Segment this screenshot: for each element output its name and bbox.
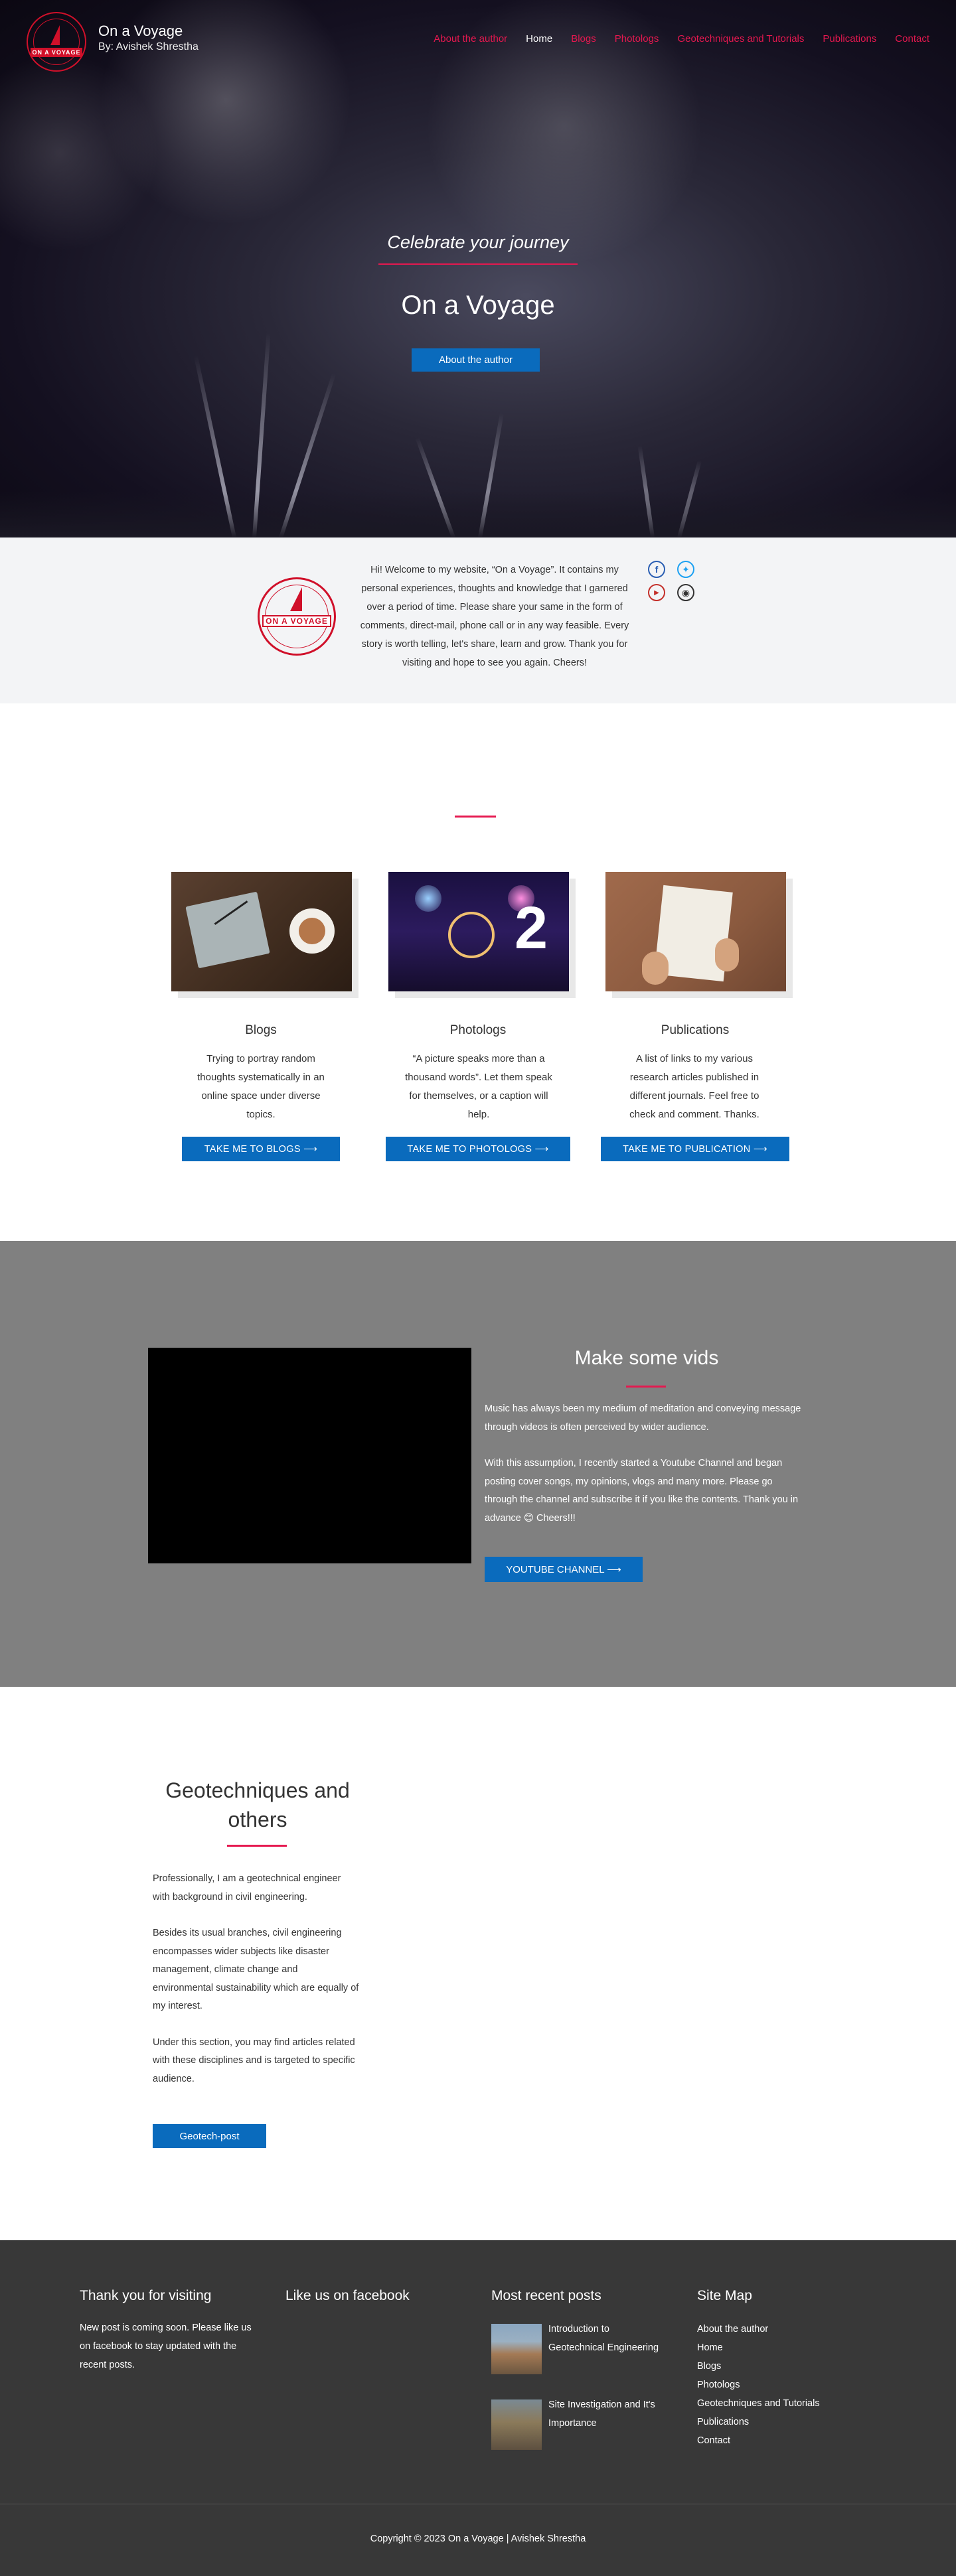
about-author-button[interactable]: About the author (412, 348, 540, 372)
tagline-underline (378, 263, 578, 265)
blogs-text: Trying to portray random thoughts system… (197, 1053, 325, 1120)
sitemap-link[interactable]: Photologs (697, 2376, 896, 2394)
nav-about-the-author[interactable]: About the author (434, 33, 507, 44)
video-section (0, 1241, 956, 1687)
facebook-icon[interactable]: f (648, 561, 665, 578)
footer-recent-posts-title: Most recent posts (491, 2288, 601, 2303)
sitemap-link[interactable]: Geotechniques and Tutorials (697, 2394, 896, 2413)
main-nav: About the author Home Blogs Photologs Ge… (434, 33, 929, 44)
sitemap-link[interactable]: Home (697, 2338, 896, 2357)
take-me-to-blogs-button[interactable]: TAKE ME TO BLOGS ⟶ (182, 1137, 340, 1161)
nav-blogs[interactable]: Blogs (571, 33, 596, 44)
nav-photologs[interactable]: Photologs (615, 33, 659, 44)
video-title: Make some vids (574, 1347, 719, 1369)
hero-title: On a Voyage (401, 291, 555, 320)
copyright-text: Copyright © 2023 On a Voyage | Avishek S… (370, 2534, 586, 2544)
footer-thanks-text: New post is coming soon. Please like us … (80, 2323, 252, 2370)
welcome-logo-text: ON A VOYAGE (262, 615, 331, 627)
geotech-text: Professionally, I am a geotechnical engi… (153, 1870, 360, 2088)
video-para-1: Music has always been my medium of medit… (485, 1403, 801, 1433)
services-divider (455, 816, 496, 818)
site-subtitle: By: Avishek Shrestha (98, 41, 199, 52)
post-thumbnail[interactable] (491, 2324, 542, 2374)
hero-section: ON A VOYAGE On a Voyage By: Avishek Shre… (0, 0, 956, 537)
geotech-para-3: Under this section, you may find article… (153, 2037, 355, 2084)
welcome-text: Hi! Welcome to my website, “On a Voyage”… (360, 565, 629, 668)
publications-title: Publications (661, 1023, 730, 1037)
publications-image[interactable] (605, 872, 786, 991)
youtube-channel-button[interactable]: YOUTUBE CHANNEL ⟶ (485, 1557, 643, 1582)
sitemap-list: About the author Home Blogs Photologs Ge… (697, 2320, 896, 2450)
nav-publications[interactable]: Publications (823, 33, 876, 44)
sitemap-link[interactable]: Contact (697, 2431, 896, 2450)
footer-sitemap-title: Site Map (697, 2288, 752, 2303)
nav-contact[interactable]: Contact (895, 33, 929, 44)
video-player[interactable] (148, 1348, 471, 1563)
photologs-text: “A picture speaks more than a thousand w… (405, 1053, 552, 1120)
geotech-divider (227, 1845, 287, 1847)
youtube-icon[interactable]: ▶ (648, 584, 665, 601)
hero-tagline: Celebrate your journey (387, 232, 569, 252)
blogs-title: Blogs (245, 1023, 277, 1037)
footer-facebook-title: Like us on facebook (285, 2288, 410, 2303)
geotech-para-1: Professionally, I am a geotechnical engi… (153, 1873, 341, 1902)
take-me-to-photologs-button[interactable]: TAKE ME TO PHOTOLOGS ⟶ (386, 1137, 570, 1161)
recent-post-link[interactable]: Introduction to Geotechnical Engineering (548, 2320, 668, 2357)
welcome-logo: ON A VOYAGE (258, 577, 336, 656)
sitemap-link[interactable]: Blogs (697, 2357, 896, 2376)
video-para-2: With this assumption, I recently started… (485, 1458, 799, 1524)
photologs-image[interactable]: 2 (388, 872, 569, 991)
footer-thanks-title: Thank you for visiting (80, 2288, 212, 2303)
nav-home[interactable]: Home (526, 33, 552, 44)
logo-text: ON A VOYAGE (31, 48, 82, 57)
geotech-para-2: Besides its usual branches, civil engine… (153, 1928, 359, 2011)
publications-text: A list of links to my various research a… (629, 1053, 759, 1120)
nav-geotechniques[interactable]: Geotechniques and Tutorials (677, 33, 804, 44)
welcome-section: ON A VOYAGE Hi! Welcome to my website, “… (0, 537, 956, 703)
instagram-icon[interactable]: ◉ (677, 584, 694, 601)
site-title[interactable]: On a Voyage (98, 23, 183, 40)
photologs-title: Photologs (449, 1023, 507, 1037)
video-divider (626, 1386, 666, 1388)
post-thumbnail[interactable] (491, 2399, 542, 2450)
sitemap-link[interactable]: Publications (697, 2413, 896, 2431)
twitter-icon[interactable]: ✦ (677, 561, 694, 578)
sitemap-link[interactable]: About the author (697, 2320, 896, 2338)
video-text: Music has always been my medium of medit… (485, 1400, 803, 1528)
site-logo[interactable]: ON A VOYAGE (27, 12, 86, 72)
geotech-post-button[interactable]: Geotech-post (153, 2124, 266, 2148)
recent-post-link[interactable]: Site Investigation and It's Importance (548, 2396, 668, 2433)
blogs-image[interactable] (171, 872, 352, 991)
take-me-to-publication-button[interactable]: TAKE ME TO PUBLICATION ⟶ (601, 1137, 789, 1161)
geotech-title: Geotechniques and others (165, 1778, 350, 1831)
